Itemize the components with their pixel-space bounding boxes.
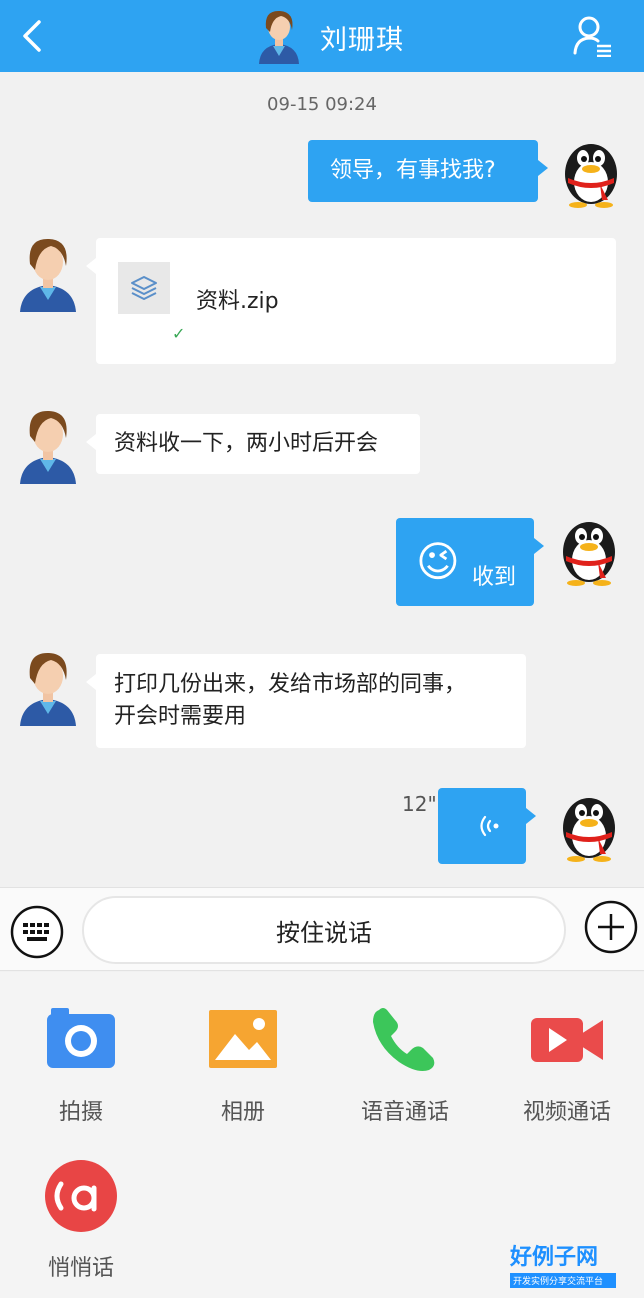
contact-message-avatar[interactable] — [16, 404, 80, 484]
contact-profile-button[interactable] — [570, 12, 616, 60]
camera-icon — [47, 1008, 115, 1068]
phone-icon — [373, 1008, 435, 1071]
message-text: 领导，有事找我? — [330, 158, 496, 183]
plus-icon[interactable] — [584, 900, 638, 954]
message-bubble-outgoing[interactable]: 😉 收到 — [396, 518, 544, 606]
contact-name: 刘珊琪 — [320, 25, 404, 56]
file-status-check-icon: ✓ — [172, 324, 186, 343]
message-bubble-outgoing[interactable]: 领导，有事找我? — [308, 140, 548, 202]
contact-message-avatar[interactable] — [16, 646, 80, 726]
message-text-line: 开会时需要用 — [114, 704, 247, 729]
watermark-tagline: 开发实例分享交流平台 — [510, 1273, 616, 1288]
hold-to-talk-button[interactable]: 按住说话 — [82, 896, 566, 964]
chevron-left-icon — [23, 20, 41, 52]
message-timestamp: 09-15 09:24 — [267, 94, 377, 115]
wink-emoji-icon: 😉 — [416, 537, 460, 586]
contact-avatar[interactable] — [256, 6, 302, 64]
user-profile-icon — [573, 16, 611, 57]
photo-album-button[interactable]: 相册 — [178, 1002, 308, 1126]
camera-button[interactable]: 拍摄 — [16, 1002, 146, 1126]
message-text: 收到 — [472, 565, 517, 590]
camera-label: 拍摄 — [58, 1100, 103, 1125]
message-bubble-incoming[interactable]: 打印几份出来，发给市场部的同事， 开会时需要用 — [86, 654, 526, 748]
layers-icon — [131, 276, 157, 300]
video-call-label: 视频通话 — [522, 1100, 611, 1125]
voice-duration: 12" — [402, 792, 437, 816]
my-avatar[interactable] — [554, 788, 624, 862]
video-call-icon — [531, 1018, 603, 1062]
contact-message-avatar[interactable] — [16, 232, 80, 312]
voice-wave-icon — [480, 815, 499, 837]
title-bar: 刘珊琪 — [0, 0, 644, 72]
my-avatar[interactable] — [554, 512, 624, 586]
whisper-button[interactable]: 悄悄话 — [16, 1158, 146, 1282]
message-list[interactable]: 09-15 09:24 领导，有事找我? 资料.zip ✓ 资料收一下，两小时后… — [0, 72, 644, 887]
my-avatar[interactable] — [556, 134, 626, 208]
photo-album-icon — [209, 1010, 277, 1068]
video-call-button[interactable]: 视频通话 — [502, 1002, 632, 1126]
message-text-line: 打印几份出来，发给市场部的同事， — [114, 672, 467, 697]
back-button[interactable] — [12, 14, 52, 58]
keyboard-toggle-icon[interactable] — [10, 905, 64, 959]
voice-message-bubble[interactable] — [438, 788, 536, 864]
file-type-thumbnail — [118, 262, 170, 314]
input-bar: 按住说话 — [0, 887, 644, 971]
message-text: 资料收一下，两小时后开会 — [114, 431, 379, 456]
message-bubble-incoming[interactable]: 资料收一下，两小时后开会 — [86, 414, 420, 474]
file-message-bubble[interactable]: 资料.zip ✓ — [86, 238, 616, 364]
watermark-brand: 好例子网 — [510, 1245, 599, 1270]
watermark-logo: 好例子网 开发实例分享交流平台 — [510, 1245, 616, 1291]
whisper-icon — [45, 1160, 117, 1232]
photo-album-label: 相册 — [220, 1100, 265, 1125]
whisper-label: 悄悄话 — [47, 1256, 114, 1281]
voice-call-button[interactable]: 语音通话 — [340, 1002, 470, 1126]
voice-call-label: 语音通话 — [360, 1100, 449, 1125]
file-name: 资料.zip — [196, 289, 279, 314]
